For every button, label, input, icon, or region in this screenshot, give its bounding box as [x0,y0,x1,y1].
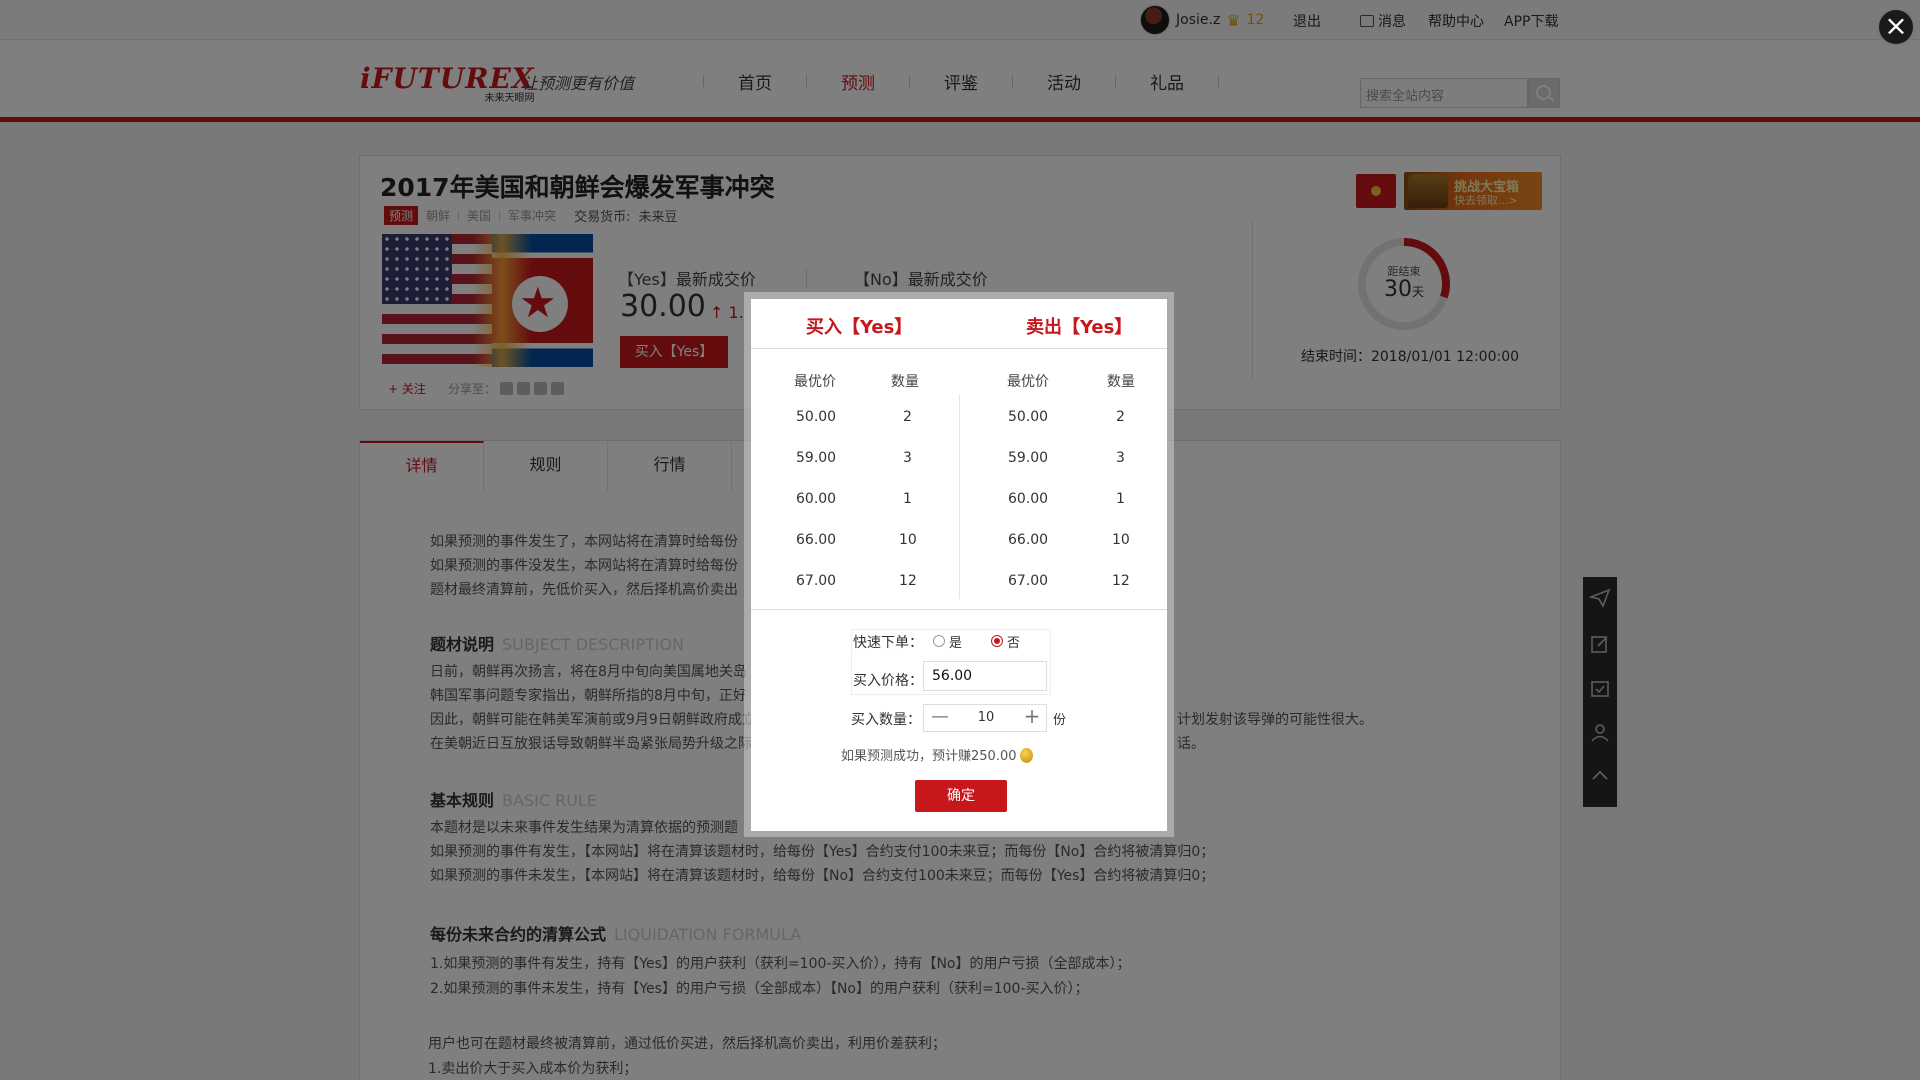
sell-price: 59.00 [1008,450,1049,466]
sell-qty-header: 数量 [1107,374,1135,390]
buy-price: 59.00 [796,450,837,466]
sell-qty: 10 [1112,532,1130,548]
coin-icon [1019,748,1033,763]
sell-qty: 2 [1116,409,1125,425]
buy-price-label: 买入价格： [853,673,923,689]
sell-price: 60.00 [1008,491,1049,507]
qty-decrement-button[interactable]: — [930,706,950,727]
buy-qty-label: 买入数量： [851,712,921,728]
quantity-stepper: — 10 + [923,704,1047,732]
close-icon: × [1884,9,1908,42]
sell-price-header: 最优价 [1007,374,1049,390]
sell-price: 67.00 [1008,573,1049,589]
sell-qty: 3 [1116,450,1125,466]
sell-price: 66.00 [1008,532,1049,548]
buy-yes-tab[interactable]: 买入【Yes】 [806,313,912,339]
quick-order-no-label[interactable]: 否 [1007,632,1020,651]
buy-price: 67.00 [796,573,837,589]
qty-increment-button[interactable]: + [1022,704,1042,728]
buy-price: 66.00 [796,532,837,548]
modal-header: 买入【Yes】 卖出【Yes】 [751,299,1167,349]
profit-estimate-text: 如果预测成功，预计赚250.00 [841,749,1017,764]
order-row[interactable]: 66.00 10 66.00 10 [751,532,1167,562]
buy-qty: 1 [903,491,912,507]
buy-price: 50.00 [796,409,837,425]
quick-order-label: 快速下单： [853,635,923,651]
buy-qty: 12 [899,573,917,589]
quick-order-no-radio[interactable] [991,635,1003,647]
buy-price-input[interactable] [923,661,1047,691]
trade-modal: 买入【Yes】 卖出【Yes】 最优价 数量 最优价 数量 50.00 2 50… [751,299,1167,831]
profit-estimate: 如果预测成功，预计赚250.00 [841,745,1033,764]
sell-yes-tab[interactable]: 卖出【Yes】 [1026,313,1132,339]
sell-qty: 1 [1116,491,1125,507]
buy-price: 60.00 [796,491,837,507]
quick-order-yes-radio[interactable] [933,635,945,647]
qty-unit: 份 [1053,713,1067,728]
buy-qty: 10 [899,532,917,548]
sell-price: 50.00 [1008,409,1049,425]
qty-value[interactable]: 10 [954,710,1018,725]
sell-qty: 12 [1112,573,1130,589]
order-book: 最优价 数量 最优价 数量 50.00 2 50.00 2 59.00 3 59… [751,349,1167,609]
modal-divider [751,609,1167,610]
buy-qty: 2 [903,409,912,425]
order-row[interactable]: 59.00 3 59.00 3 [751,450,1167,480]
buy-qty: 3 [903,450,912,466]
buy-price-header: 最优价 [794,374,836,390]
close-button[interactable]: × [1877,8,1915,46]
quick-order-yes-label[interactable]: 是 [949,632,962,651]
buy-qty-header: 数量 [891,374,919,390]
order-row[interactable]: 50.00 2 50.00 2 [751,409,1167,439]
confirm-button[interactable]: 确定 [915,780,1007,812]
order-row[interactable]: 67.00 12 67.00 12 [751,573,1167,603]
order-row[interactable]: 60.00 1 60.00 1 [751,491,1167,521]
